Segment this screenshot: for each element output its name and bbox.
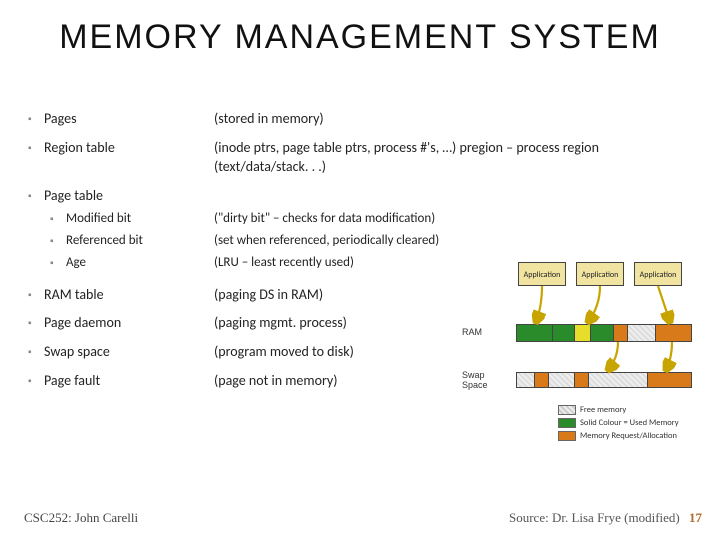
footer-left: CSC252: John Carelli [24,510,138,526]
legend-swatch-req [558,431,576,441]
sub-bullet-row: ▪ Referenced bit (set when referenced, p… [50,232,658,250]
term: Swap space [44,343,214,362]
slide-title: MEMORY MANAGEMENT SYSTEM [0,18,720,57]
bullet-row: ▪ Pages (stored in memory) [28,110,658,129]
legend-free: Free memory [580,405,626,415]
bullet-icon: ▪ [28,110,38,129]
slide-number: 17 [689,510,702,525]
diagram-legend: Free memory Solid Colour = Used Memory M… [558,404,679,443]
legend-swatch-free [558,405,576,415]
legend-swatch-solid [558,418,576,428]
footer-right: Source: Dr. Lisa Frye (modified) 17 [509,510,702,526]
legend-req: Memory Request/Allocation [580,431,677,441]
term: Page daemon [44,314,214,333]
footer-source: Source: Dr. Lisa Frye (modified) [509,510,680,525]
bullet-icon: ▪ [50,210,60,228]
term: RAM table [44,286,214,305]
slide: MEMORY MANAGEMENT SYSTEM ▪ Pages (stored… [0,0,720,540]
term: Page fault [44,372,214,391]
term: Referenced bit [66,232,214,250]
bullet-icon: ▪ [28,372,38,391]
bullet-row: ▪ Region table (inode ptrs, page table p… [28,139,658,177]
sub-bullet-row: ▪ Modified bit ("dirty bit" – checks for… [50,210,658,228]
bullet-icon: ▪ [50,254,60,272]
desc: ("dirty bit" – checks for data modificat… [214,210,658,228]
bullet-icon: ▪ [28,187,38,206]
term: Modified bit [66,210,214,228]
term: Pages [44,110,214,129]
bullet-icon: ▪ [28,343,38,362]
term: Page table [44,187,214,206]
legend-solid: Solid Colour = Used Memory [580,418,679,428]
memory-diagram: Application Application Application RAM … [458,262,702,464]
bullet-icon: ▪ [28,286,38,305]
desc: (stored in memory) [214,110,658,129]
desc: (inode ptrs, page table ptrs, process #'… [214,139,658,177]
term: Region table [44,139,214,177]
bullet-icon: ▪ [50,232,60,250]
arrows-icon [458,262,702,402]
bullet-icon: ▪ [28,139,38,177]
bullet-row: ▪ Page table [28,187,658,206]
term: Age [66,254,214,272]
desc: (set when referenced, periodically clear… [214,232,658,250]
bullet-icon: ▪ [28,314,38,333]
